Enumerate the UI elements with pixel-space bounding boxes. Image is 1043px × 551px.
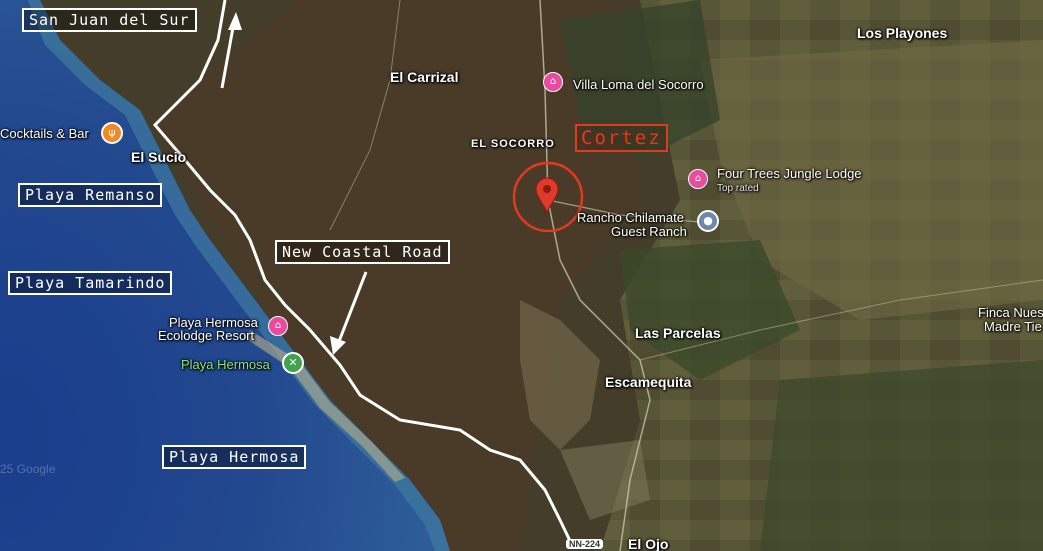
restaurant-icon[interactable]: ψ <box>101 122 123 144</box>
poi-villa-loma[interactable]: Villa Loma del Socorro <box>573 78 704 92</box>
place-el-carrizal[interactable]: El Carrizal <box>390 70 458 84</box>
poi-rancho-line2[interactable]: Guest Ranch <box>611 225 687 239</box>
hotel-icon[interactable]: ⌂ <box>268 316 288 336</box>
place-escamequita[interactable]: Escamequita <box>605 375 691 389</box>
place-finca-line1[interactable]: Finca Nues <box>978 306 1043 320</box>
poi-four-trees-rating: Top rated <box>717 183 759 194</box>
map-view[interactable]: San Juan del Sur Playa Remanso Playa Tam… <box>0 0 1043 551</box>
map-watermark: 25 Google <box>0 462 56 476</box>
poi-four-trees[interactable]: Four Trees Jungle Lodge <box>717 167 862 181</box>
road-shield-nn224: NN-224 <box>566 539 604 549</box>
place-finca-line2[interactable]: Madre Tie <box>984 320 1042 334</box>
place-las-parcelas[interactable]: Las Parcelas <box>635 326 721 340</box>
san-juan-del-sur-label: San Juan del Sur <box>22 8 197 32</box>
cortez-label: Cortez <box>575 124 668 152</box>
poi-playa-hermosa-park[interactable]: Playa Hermosa <box>181 358 270 372</box>
playa-tamarindo-label: Playa Tamarindo <box>8 271 173 295</box>
place-el-sucio[interactable]: El Sucio <box>131 150 186 164</box>
place-el-socorro[interactable]: EL SOCORRO <box>471 137 555 151</box>
park-icon[interactable]: ✕ <box>282 352 304 374</box>
poi-cocktails-bar[interactable]: Cocktails & Bar <box>0 127 89 141</box>
place-el-ojo[interactable]: El Ojo <box>628 537 668 551</box>
playa-remanso-label: Playa Remanso <box>18 183 163 207</box>
new-coastal-road-label: New Coastal Road <box>275 240 450 264</box>
ranch-icon[interactable]: ● <box>697 210 719 232</box>
place-los-playones[interactable]: Los Playones <box>857 26 947 40</box>
hotel-icon[interactable]: ⌂ <box>543 72 563 92</box>
poi-rancho-line1[interactable]: Rancho Chilamate <box>577 211 684 225</box>
playa-hermosa-label: Playa Hermosa <box>162 445 307 469</box>
poi-hermosa-resort-line2[interactable]: Ecolodge Resort <box>158 329 254 343</box>
hotel-icon[interactable]: ⌂ <box>688 169 708 189</box>
